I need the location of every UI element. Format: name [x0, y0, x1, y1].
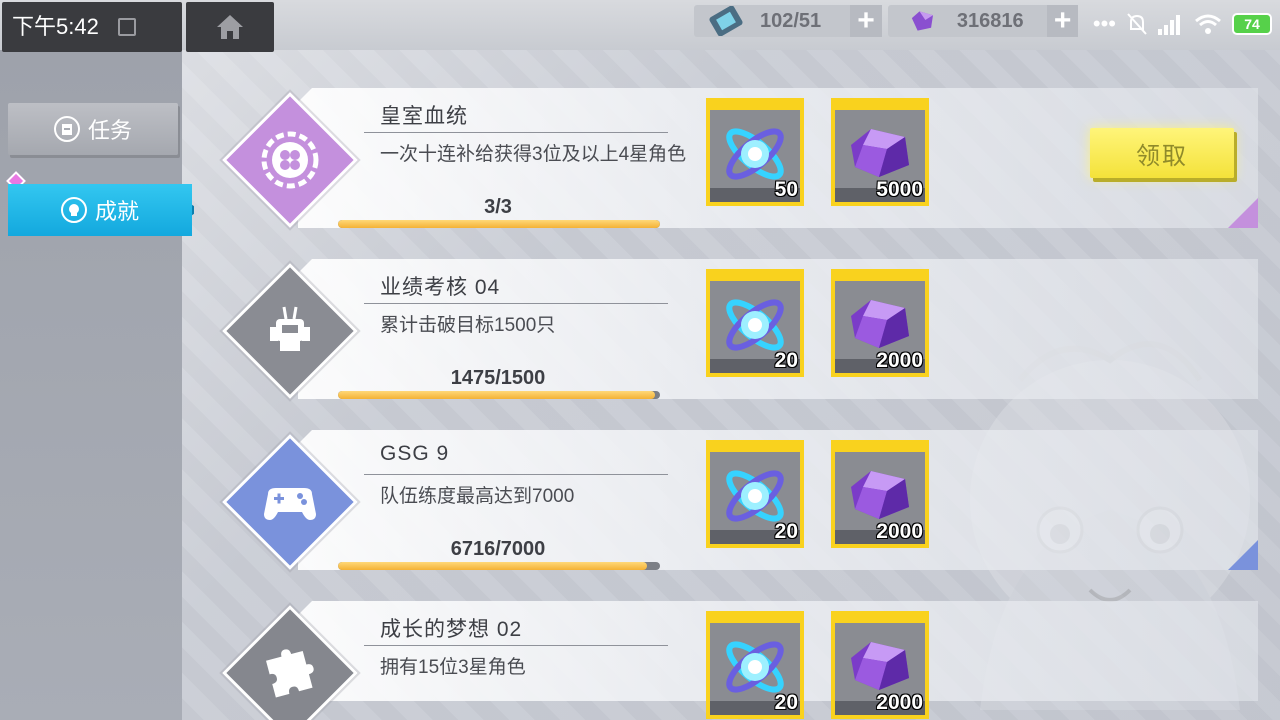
- progress-fill: [338, 562, 647, 570]
- tab-achievements-label: 成就: [94, 199, 139, 224]
- wifi-icon: [1195, 14, 1221, 34]
- achievement-title: 成长的梦想 02: [380, 618, 523, 641]
- achievement-title: GSG 9: [380, 442, 450, 465]
- title-divider: [364, 132, 668, 133]
- title-divider: [364, 474, 668, 475]
- achievement-row: 成长的梦想 02 拥有15位3星角色 20 2000: [222, 601, 1258, 720]
- progress-fill: [338, 391, 655, 399]
- medal-icon: [60, 197, 87, 223]
- system-status: ••• 74: [1093, 8, 1272, 40]
- crystal-resource: 316816 +: [888, 4, 1078, 37]
- progress-bar: [338, 391, 660, 399]
- signal-icon: [1158, 15, 1180, 35]
- achievement-desc: 一次十连补给获得3位及以上4星角色: [380, 144, 687, 165]
- achievement-desc: 拥有15位3星角色: [380, 657, 526, 678]
- progress-text: 1475/1500: [450, 367, 546, 389]
- achievement-title: 皇室血统: [380, 105, 468, 128]
- add-stamina-button[interactable]: +: [850, 4, 882, 37]
- gamepad-icon: [250, 462, 330, 542]
- puzzle-icon: [250, 633, 330, 713]
- tab-tasks[interactable]: 任务: [8, 103, 178, 155]
- reward-slot[interactable]: 5000: [831, 98, 929, 206]
- reward-qty: 20: [774, 691, 798, 714]
- reward-qty: 50: [774, 178, 798, 201]
- tab-achievements[interactable]: 成就: [8, 184, 192, 236]
- robot-icon: [250, 291, 330, 371]
- reward-slot[interactable]: 20: [706, 440, 804, 548]
- progress-bar: [338, 220, 660, 228]
- home-icon: [217, 15, 243, 39]
- achievement-desc: 队伍练度最高达到7000: [380, 486, 575, 507]
- reward-qty: 2000: [876, 349, 923, 372]
- achievement-row: 业绩考核 04 累计击破目标1500只 1475/1500 20 2000: [222, 259, 1258, 399]
- reward-qty: 2000: [876, 520, 923, 543]
- more-icon: •••: [1092, 11, 1116, 36]
- battery-indicator: 74: [1232, 13, 1272, 35]
- add-crystal-button[interactable]: +: [1047, 4, 1078, 37]
- clock-time: 下午5:42: [12, 14, 99, 39]
- stamina-value: 102/51: [760, 9, 822, 32]
- home-button[interactable]: [186, 2, 274, 52]
- reward-qty: 20: [774, 349, 798, 372]
- reward-qty: 20: [774, 520, 798, 543]
- crystal-icon: [911, 11, 933, 31]
- stamina-resource: 102/51 +: [694, 4, 882, 37]
- tab-tasks-label: 任务: [87, 118, 132, 143]
- progress-bar: [338, 562, 660, 570]
- progress-fill: [338, 220, 660, 228]
- crystal-value: 316816: [956, 9, 1024, 32]
- reward-slot[interactable]: 20: [706, 611, 804, 719]
- clipboard-icon: [53, 116, 80, 142]
- reward-qty: 5000: [876, 178, 923, 201]
- progress-text: 6716/7000: [450, 538, 546, 560]
- achievement-title: 业绩考核 04: [380, 276, 501, 299]
- mute-icon: [1127, 13, 1147, 35]
- reward-slot[interactable]: 2000: [831, 269, 929, 377]
- reward-qty: 2000: [876, 691, 923, 714]
- hourglass-icon: [709, 6, 743, 36]
- reward-slot[interactable]: 50: [706, 98, 804, 206]
- reward-slot[interactable]: 2000: [831, 440, 929, 548]
- window-icon: [118, 18, 136, 36]
- title-divider: [364, 645, 668, 646]
- achievement-row: GSG 9 队伍练度最高达到7000 6716/7000 20 2000: [222, 430, 1258, 570]
- claim-button[interactable]: 领取: [1090, 128, 1234, 178]
- title-divider: [364, 303, 668, 304]
- reward-slot[interactable]: 2000: [831, 611, 929, 719]
- reward-slot[interactable]: 20: [706, 269, 804, 377]
- clock-panel: 下午5:42: [2, 2, 182, 52]
- progress-text: 3/3: [484, 196, 512, 218]
- clover-icon: [250, 120, 330, 200]
- achievement-row: 皇室血统 一次十连补给获得3位及以上4星角色 3/3 50 5000 领取: [222, 88, 1258, 228]
- achievement-desc: 累计击破目标1500只: [380, 315, 556, 336]
